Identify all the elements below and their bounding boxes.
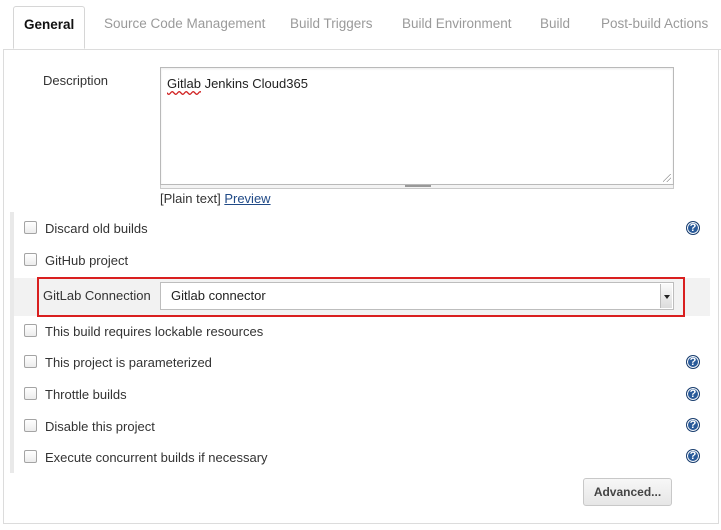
description-textarea[interactable]: Gitlab Jenkins Cloud365 — [160, 67, 674, 185]
tab-build[interactable]: Build — [540, 7, 570, 41]
github-project-checkbox[interactable] — [24, 253, 37, 266]
discard-old-builds-checkbox[interactable] — [24, 221, 37, 234]
lockable-resources-checkbox[interactable] — [24, 324, 37, 337]
plain-text-label: [Plain text] — [160, 191, 221, 206]
gitlab-connection-select[interactable]: Gitlab connector — [160, 282, 674, 310]
option-label: GitHub project — [45, 253, 129, 268]
option-lockable-resources: This build requires lockable resources — [24, 322, 263, 342]
description-label: Description — [43, 73, 109, 88]
help-icon[interactable]: ? — [686, 221, 700, 235]
concurrent-builds-checkbox[interactable] — [24, 450, 37, 463]
options-section-bar — [10, 212, 14, 473]
option-label: Disable this project — [45, 419, 155, 434]
help-icon[interactable]: ? — [686, 418, 700, 432]
chevron-down-icon[interactable] — [660, 284, 672, 308]
resize-grip-icon[interactable] — [663, 174, 671, 182]
option-label: This project is parameterized — [45, 355, 212, 370]
advanced-button[interactable]: Advanced... — [583, 478, 672, 506]
option-github-project: GitHub project — [24, 251, 128, 271]
description-format-row: [Plain text] Preview — [160, 191, 271, 206]
option-throttle-builds: Throttle builds — [24, 385, 127, 405]
throttle-builds-checkbox[interactable] — [24, 387, 37, 400]
gitlab-connection-value: Gitlab connector — [171, 288, 266, 303]
tab-post-build-actions[interactable]: Post-build Actions — [601, 7, 708, 41]
tab-build-triggers[interactable]: Build Triggers — [290, 7, 373, 41]
option-parameterized: This project is parameterized — [24, 353, 212, 373]
parameterized-checkbox[interactable] — [24, 355, 37, 368]
gitlab-connection-label: GitLab Connection — [43, 288, 151, 303]
option-discard-old-builds: Discard old builds — [24, 219, 148, 239]
disable-project-checkbox[interactable] — [24, 419, 37, 432]
option-concurrent-builds: Execute concurrent builds if necessary — [24, 448, 268, 468]
tab-general[interactable]: General — [13, 6, 86, 49]
tab-bar: General Source Code Management Build Tri… — [0, 0, 721, 50]
help-icon[interactable]: ? — [686, 355, 700, 369]
option-label: This build requires lockable resources — [45, 324, 264, 339]
option-disable-project: Disable this project — [24, 417, 155, 437]
preview-link[interactable]: Preview — [224, 191, 270, 206]
help-icon[interactable]: ? — [686, 449, 700, 463]
option-label: Throttle builds — [45, 387, 127, 402]
tab-build-environment[interactable]: Build Environment — [402, 7, 512, 41]
option-label: Discard old builds — [45, 221, 148, 236]
textarea-drag-handle[interactable] — [160, 185, 674, 189]
tab-source-code-management[interactable]: Source Code Management — [104, 7, 265, 41]
description-text-misspelled: Gitlab — [167, 76, 201, 91]
option-label: Execute concurrent builds if necessary — [45, 450, 268, 465]
description-text: Jenkins Cloud365 — [200, 76, 308, 91]
help-icon[interactable]: ? — [686, 387, 700, 401]
